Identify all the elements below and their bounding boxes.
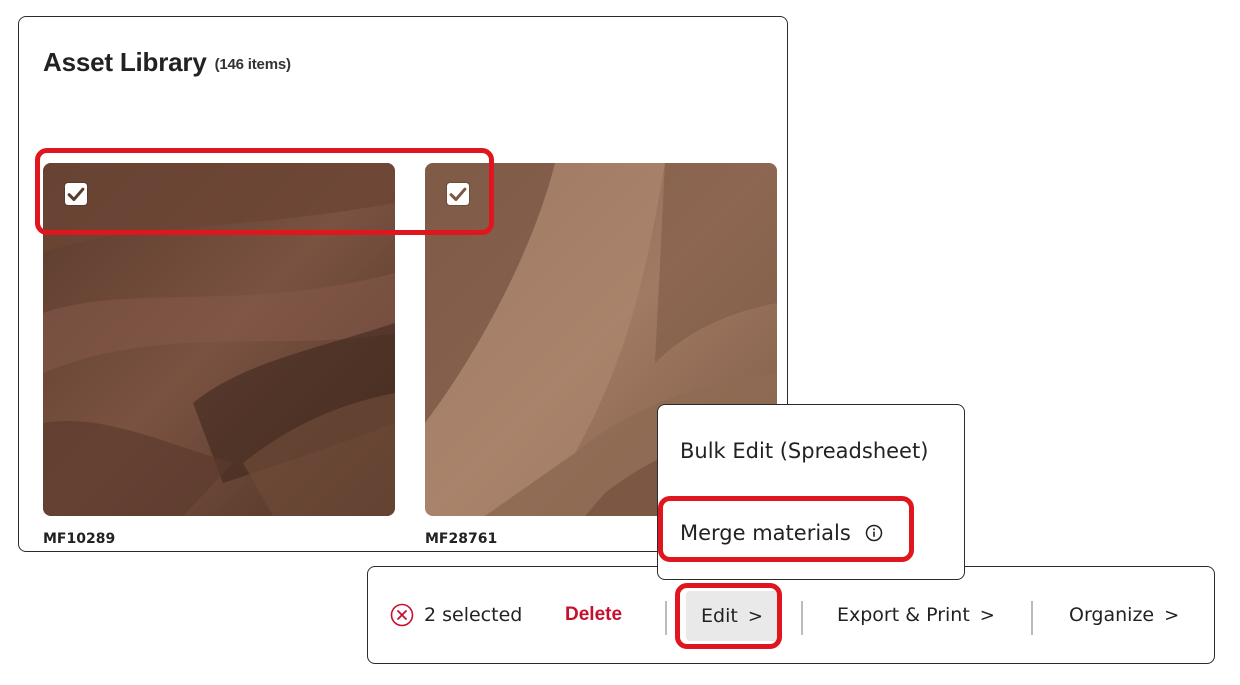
asset-id-label: MF28761 [425,531,498,547]
page-title: Asset Library (146 items) [43,47,291,78]
item-count: (146 items) [214,56,291,73]
clear-selection-icon[interactable] [390,603,414,627]
select-checkbox[interactable] [65,183,87,205]
library-title: Asset Library [43,47,207,77]
selected-count: 2 selected [424,604,523,626]
select-checkbox[interactable] [447,183,469,205]
checkmark-icon [449,187,467,202]
menu-item-label: Bulk Edit (Spreadsheet) [680,439,929,463]
edit-button[interactable]: Edit > [686,591,778,641]
asset-id-label: MF10289 [43,531,116,547]
menu-item-merge-materials[interactable]: Merge materials [680,521,883,545]
organize-button[interactable]: Organize > [1069,567,1179,663]
organize-label: Organize [1069,604,1155,626]
menu-item-bulk-edit[interactable]: Bulk Edit (Spreadsheet) [680,439,928,463]
menu-item-label: Merge materials [680,521,851,545]
info-icon[interactable] [865,524,883,542]
chevron-right-icon: > [747,605,763,627]
divider [665,601,667,635]
edit-label: Edit [701,605,738,627]
delete-button[interactable]: Delete [565,567,622,663]
edit-dropdown-menu: Bulk Edit (Spreadsheet) Merge materials [657,404,965,580]
fabric-thumbnail [43,163,395,516]
bulk-action-bar: 2 selected Delete Edit > Export & Print … [367,566,1215,664]
checkmark-icon [67,187,85,202]
export-label: Export & Print [837,604,970,626]
chevron-right-icon: > [979,604,995,626]
divider [801,601,803,635]
export-print-button[interactable]: Export & Print > [837,567,995,663]
divider [1031,601,1033,635]
asset-tile[interactable] [43,163,395,516]
selection-status: 2 selected [390,567,522,663]
chevron-right-icon: > [1164,604,1180,626]
